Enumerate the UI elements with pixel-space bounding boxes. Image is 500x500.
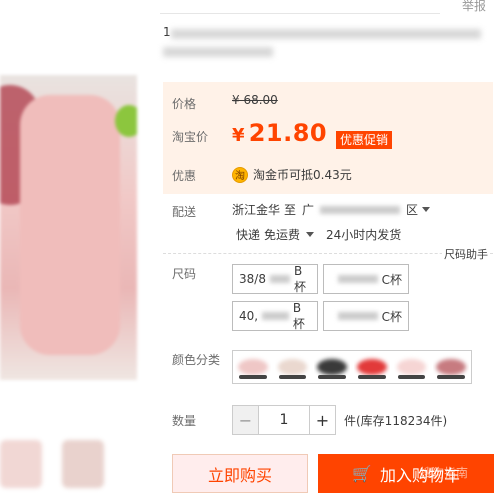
destination-selector[interactable]: 广 区 xyxy=(302,201,431,218)
size-label: 尺码 xyxy=(172,267,197,281)
buy-now-button[interactable]: 立即购买 xyxy=(172,454,308,493)
color-swatch-base xyxy=(397,375,426,379)
product-main-image[interactable] xyxy=(0,75,137,380)
color-swatch-image xyxy=(357,359,387,375)
size-option[interactable]: 40, B杯 xyxy=(232,301,318,331)
report-link[interactable]: 举报 xyxy=(462,0,486,14)
title-mark: 1 xyxy=(163,25,171,39)
watermark: 搜狗指南 xyxy=(420,466,469,480)
quantity-input[interactable]: 1 xyxy=(259,405,309,435)
chevron-down-icon xyxy=(306,232,315,237)
title-blurred-text xyxy=(171,29,481,39)
currency-symbol: ¥ xyxy=(232,125,245,146)
color-swatch-image xyxy=(238,359,268,375)
size-option-blurred xyxy=(337,312,378,320)
color-swatch-base xyxy=(358,375,386,379)
taobao-price-label: 淘宝价 xyxy=(172,130,209,144)
color-swatch[interactable] xyxy=(275,353,311,381)
color-swatch-base xyxy=(318,375,347,379)
chevron-down-icon xyxy=(422,207,431,212)
thumbnail-list xyxy=(0,440,130,490)
color-swatch[interactable] xyxy=(433,353,469,381)
size-helper-link[interactable]: 尺码助手 xyxy=(442,246,488,262)
thumbnail[interactable] xyxy=(62,440,104,488)
current-price-value: 21.80 xyxy=(248,119,328,147)
size-option-prefix: 38/8 xyxy=(239,272,266,286)
coupon-label: 优惠 xyxy=(172,169,197,183)
quantity-label: 数量 xyxy=(172,414,197,428)
divider xyxy=(160,13,440,14)
color-swatch-base xyxy=(239,375,267,379)
size-option[interactable]: C杯 xyxy=(323,264,409,294)
size-option-blurred xyxy=(269,275,291,283)
color-swatch-image xyxy=(436,359,467,375)
shipping-method: 快递 xyxy=(236,228,261,242)
ship-time: 24小时内发货 xyxy=(326,228,402,242)
product-detail-page: 举报 1 价格 ¥ 68.00 淘宝价 ¥ 21.80 优惠促销 优惠 淘 淘金… xyxy=(0,0,500,500)
size-option-suffix: C杯 xyxy=(381,309,402,324)
product-gallery xyxy=(0,0,150,500)
original-price: ¥ 68.00 xyxy=(232,93,278,107)
image-blur-shape xyxy=(20,95,120,355)
original-price-label: 价格 xyxy=(172,97,197,111)
destination-blurred xyxy=(320,205,401,214)
color-swatch[interactable] xyxy=(394,353,430,381)
color-swatch[interactable] xyxy=(314,353,350,381)
shipping-method-selector[interactable]: 快递 免运费 xyxy=(236,226,315,243)
quantity-decrease-button[interactable]: − xyxy=(232,405,259,435)
ship-from: 浙江金华 xyxy=(232,203,281,217)
current-price: ¥ 21.80 xyxy=(232,119,327,147)
stock-count: 件(库存118234件) xyxy=(344,413,448,428)
shipping-info: 快递 免运费 24小时内发货 xyxy=(236,226,401,243)
color-swatch-image xyxy=(277,359,308,375)
color-swatch-base xyxy=(437,375,466,379)
delivery-route: 浙江金华 至 广 区 xyxy=(232,201,431,218)
thumbnail[interactable] xyxy=(0,440,42,488)
quantity-stepper: − 1 + 件(库存118234件) xyxy=(232,405,447,435)
delivery-label: 配送 xyxy=(172,205,197,219)
ship-to-word: 至 xyxy=(284,203,297,217)
coupon-text: 淘金币可抵0.43元 xyxy=(253,168,352,182)
color-options xyxy=(232,350,472,384)
size-option-suffix: B杯 xyxy=(294,264,307,294)
size-option-prefix: 40, xyxy=(239,309,259,323)
cart-icon: 🛒 xyxy=(352,464,372,483)
color-swatch-base xyxy=(278,375,307,379)
destination-suffix: 区 xyxy=(406,203,419,217)
quantity-increase-button[interactable]: + xyxy=(309,405,336,435)
color-swatch-image xyxy=(317,359,348,375)
product-title: 1 xyxy=(163,25,493,65)
size-option[interactable]: 38/8 B杯 xyxy=(232,264,318,294)
size-option-blurred xyxy=(262,312,289,320)
title-blurred-text xyxy=(163,47,273,57)
color-label: 颜色分类 xyxy=(172,353,221,367)
size-option-suffix: C杯 xyxy=(381,272,402,287)
size-option-suffix: B杯 xyxy=(292,301,305,331)
color-swatch[interactable] xyxy=(235,353,271,381)
promo-badge[interactable]: 优惠促销 xyxy=(336,131,393,149)
shipping-fee: 免运费 xyxy=(264,228,301,242)
destination-prefix: 广 xyxy=(302,203,315,217)
size-option-blurred xyxy=(337,275,378,283)
color-swatch[interactable] xyxy=(354,353,390,381)
size-option[interactable]: C杯 xyxy=(323,301,409,331)
color-swatch-image xyxy=(396,359,427,375)
image-blur-shape xyxy=(115,105,137,137)
coupon-row: 淘 淘金币可抵0.43元 xyxy=(232,166,352,183)
taobao-coin-icon: 淘 xyxy=(232,166,248,183)
